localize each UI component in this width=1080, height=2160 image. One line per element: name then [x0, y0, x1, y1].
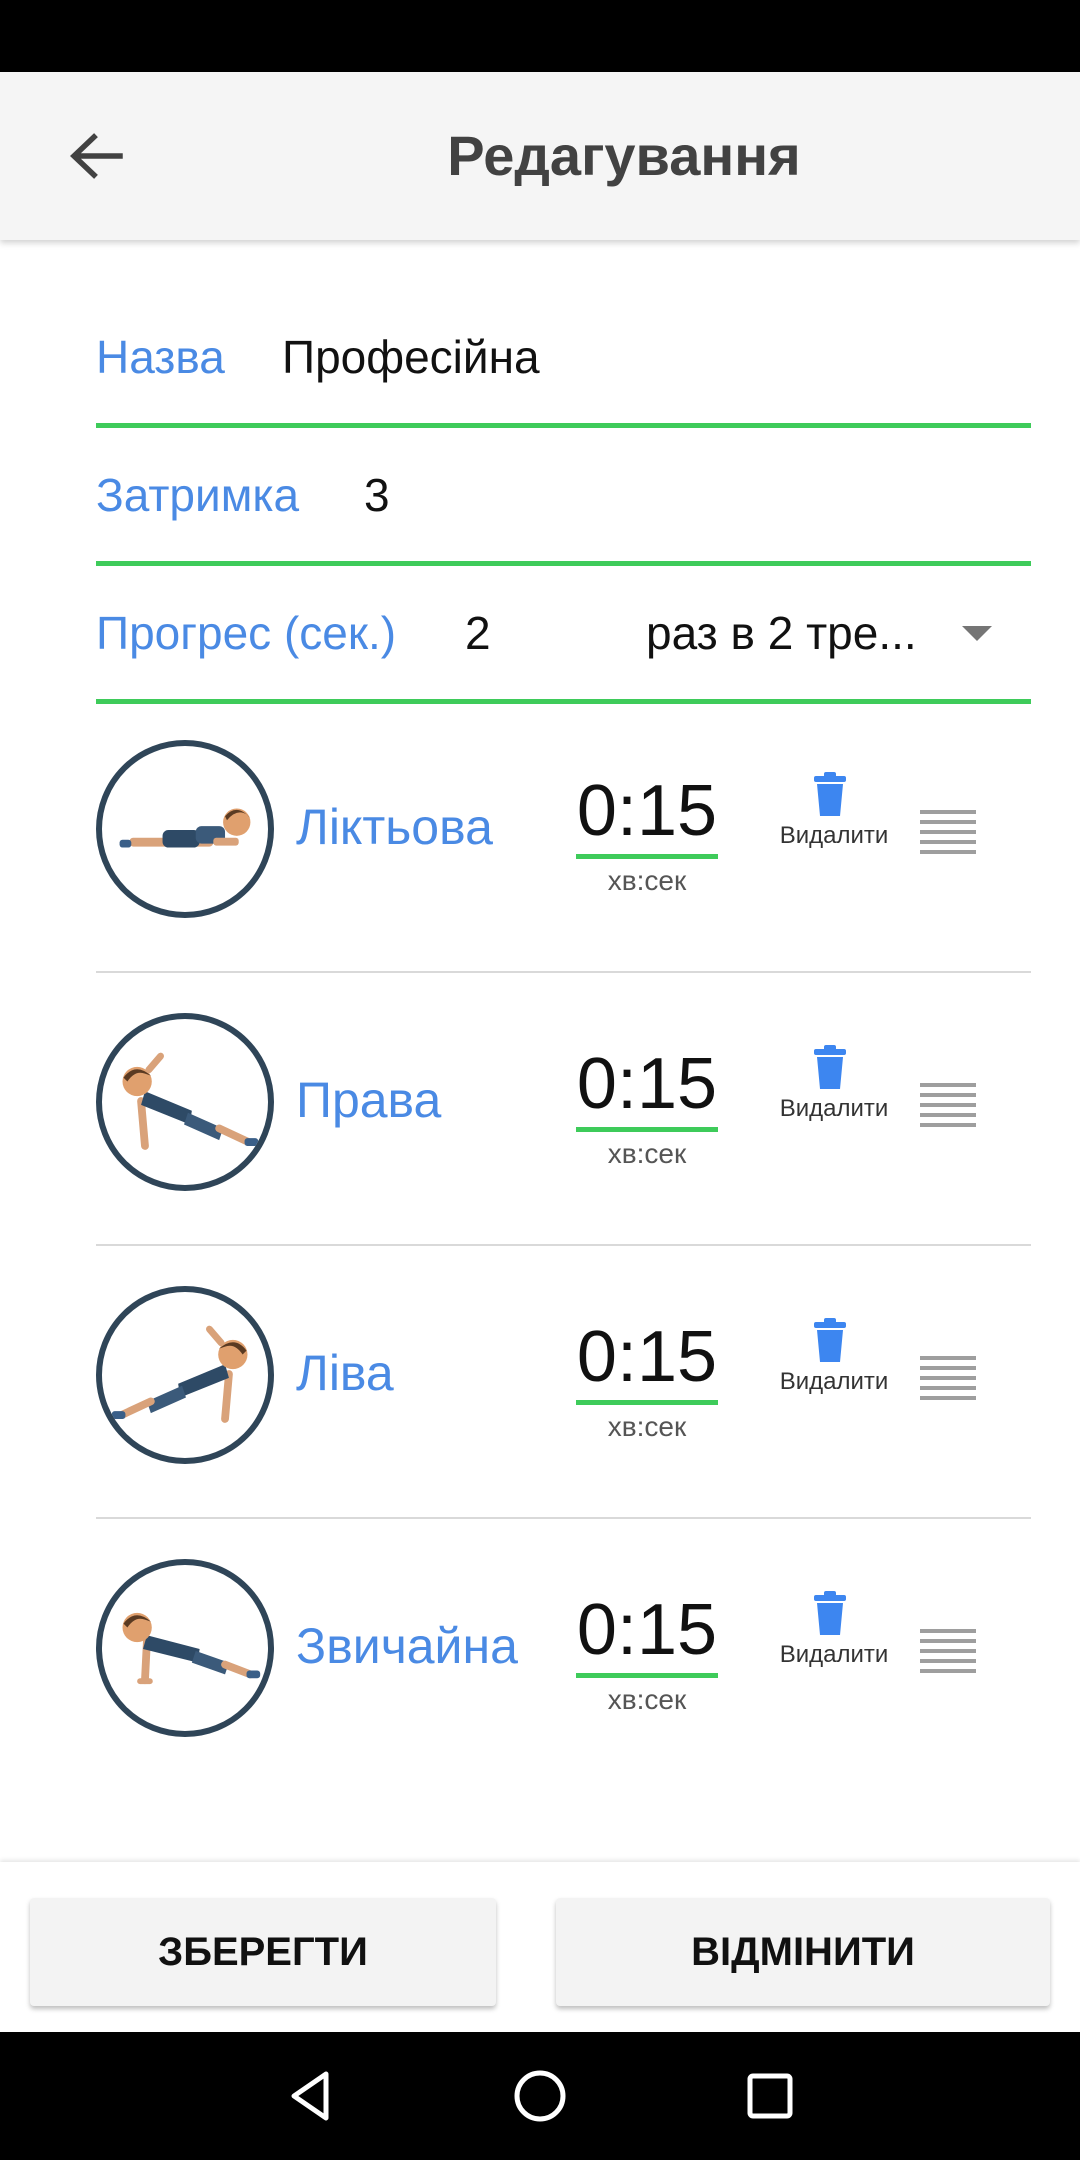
bottom-action-bar: ЗБЕРЕГТИ ВІДМІНИТИ: [0, 1862, 1080, 2032]
progress-input[interactable]: 2: [465, 606, 491, 660]
delete-label: Видалити: [779, 1368, 889, 1395]
time-field: 0:15 хв:сек: [576, 1314, 718, 1443]
time-field: 0:15 хв:сек: [576, 1587, 718, 1716]
time-unit-label: хв:сек: [607, 865, 687, 896]
exercise-name[interactable]: Ліва: [296, 1344, 394, 1402]
delay-field: Затримка 3: [96, 428, 1031, 566]
frequency-dropdown[interactable]: раз в 2 тре...: [646, 606, 917, 660]
delete-button[interactable]: Видалити: [772, 1581, 896, 1681]
app-bar: Редагування: [0, 72, 1080, 240]
time-input[interactable]: 0:15: [576, 1314, 718, 1405]
time-input[interactable]: 0:15: [576, 1587, 718, 1678]
progress-field: Прогрес (сек.) 2 раз в 2 тре...: [96, 566, 1031, 704]
exercise-item: Ліктьова 0:15 хв:сек Видалити: [96, 700, 1031, 973]
drag-handle-icon[interactable]: [920, 1629, 976, 1673]
cancel-button[interactable]: ВІДМІНИТИ: [556, 1898, 1050, 2006]
delete-label: Видалити: [779, 1641, 889, 1668]
nav-home-icon[interactable]: [510, 2066, 570, 2126]
progress-label: Прогрес (сек.): [96, 607, 397, 659]
time-field: 0:15 хв:сек: [576, 768, 718, 897]
save-button[interactable]: ЗБЕРЕГТИ: [30, 1898, 496, 2006]
name-label: Назва: [96, 331, 225, 383]
time-input[interactable]: 0:15: [576, 1041, 718, 1132]
trash-icon: [814, 772, 846, 816]
time-input[interactable]: 0:15: [576, 768, 718, 859]
delay-input[interactable]: 3: [364, 468, 390, 522]
system-nav-bar: [0, 2032, 1080, 2160]
exercise-name[interactable]: Права: [296, 1071, 441, 1129]
exercise-item: Права 0:15 хв:сек Видалити: [96, 973, 1031, 1246]
delay-label: Затримка: [96, 469, 300, 521]
nav-recent-apps-icon[interactable]: [740, 2066, 800, 2126]
time-unit-label: хв:сек: [607, 1684, 687, 1715]
trash-icon: [814, 1591, 846, 1635]
straight-arm-plank-figure: [96, 1559, 274, 1737]
time-unit-label: хв:сек: [607, 1411, 687, 1442]
time-unit-label: хв:сек: [607, 1138, 687, 1169]
name-input[interactable]: Професійна: [282, 330, 540, 384]
right-side-plank-figure: [96, 1013, 274, 1191]
dropdown-arrow-icon[interactable]: [962, 626, 992, 641]
delete-button[interactable]: Видалити: [772, 762, 896, 862]
drag-handle-icon[interactable]: [920, 1356, 976, 1400]
exercise-name[interactable]: Ліктьова: [296, 798, 493, 856]
page-title: Редагування: [447, 124, 801, 187]
exercise-name[interactable]: Звичайна: [296, 1617, 518, 1675]
name-field: Назва Професійна: [96, 290, 1031, 428]
elbow-plank-figure: [96, 740, 274, 918]
delete-button[interactable]: Видалити: [772, 1308, 896, 1408]
time-field: 0:15 хв:сек: [576, 1041, 718, 1170]
delete-label: Видалити: [779, 1095, 889, 1122]
delete-label: Видалити: [779, 822, 889, 849]
delete-button[interactable]: Видалити: [772, 1035, 896, 1135]
exercise-item: Ліва 0:15 хв:сек Видалити: [96, 1246, 1031, 1519]
status-bar: [0, 0, 1080, 72]
trash-icon: [814, 1045, 846, 1089]
nav-back-icon[interactable]: [280, 2066, 340, 2126]
left-side-plank-figure: [96, 1286, 274, 1464]
exercise-list: Ліктьова 0:15 хв:сек Видалити Права 0:15…: [96, 700, 1031, 1792]
trash-icon: [814, 1318, 846, 1362]
exercise-item: Звичайна 0:15 хв:сек Видалити: [96, 1519, 1031, 1792]
drag-handle-icon[interactable]: [920, 1083, 976, 1127]
drag-handle-icon[interactable]: [920, 810, 976, 854]
